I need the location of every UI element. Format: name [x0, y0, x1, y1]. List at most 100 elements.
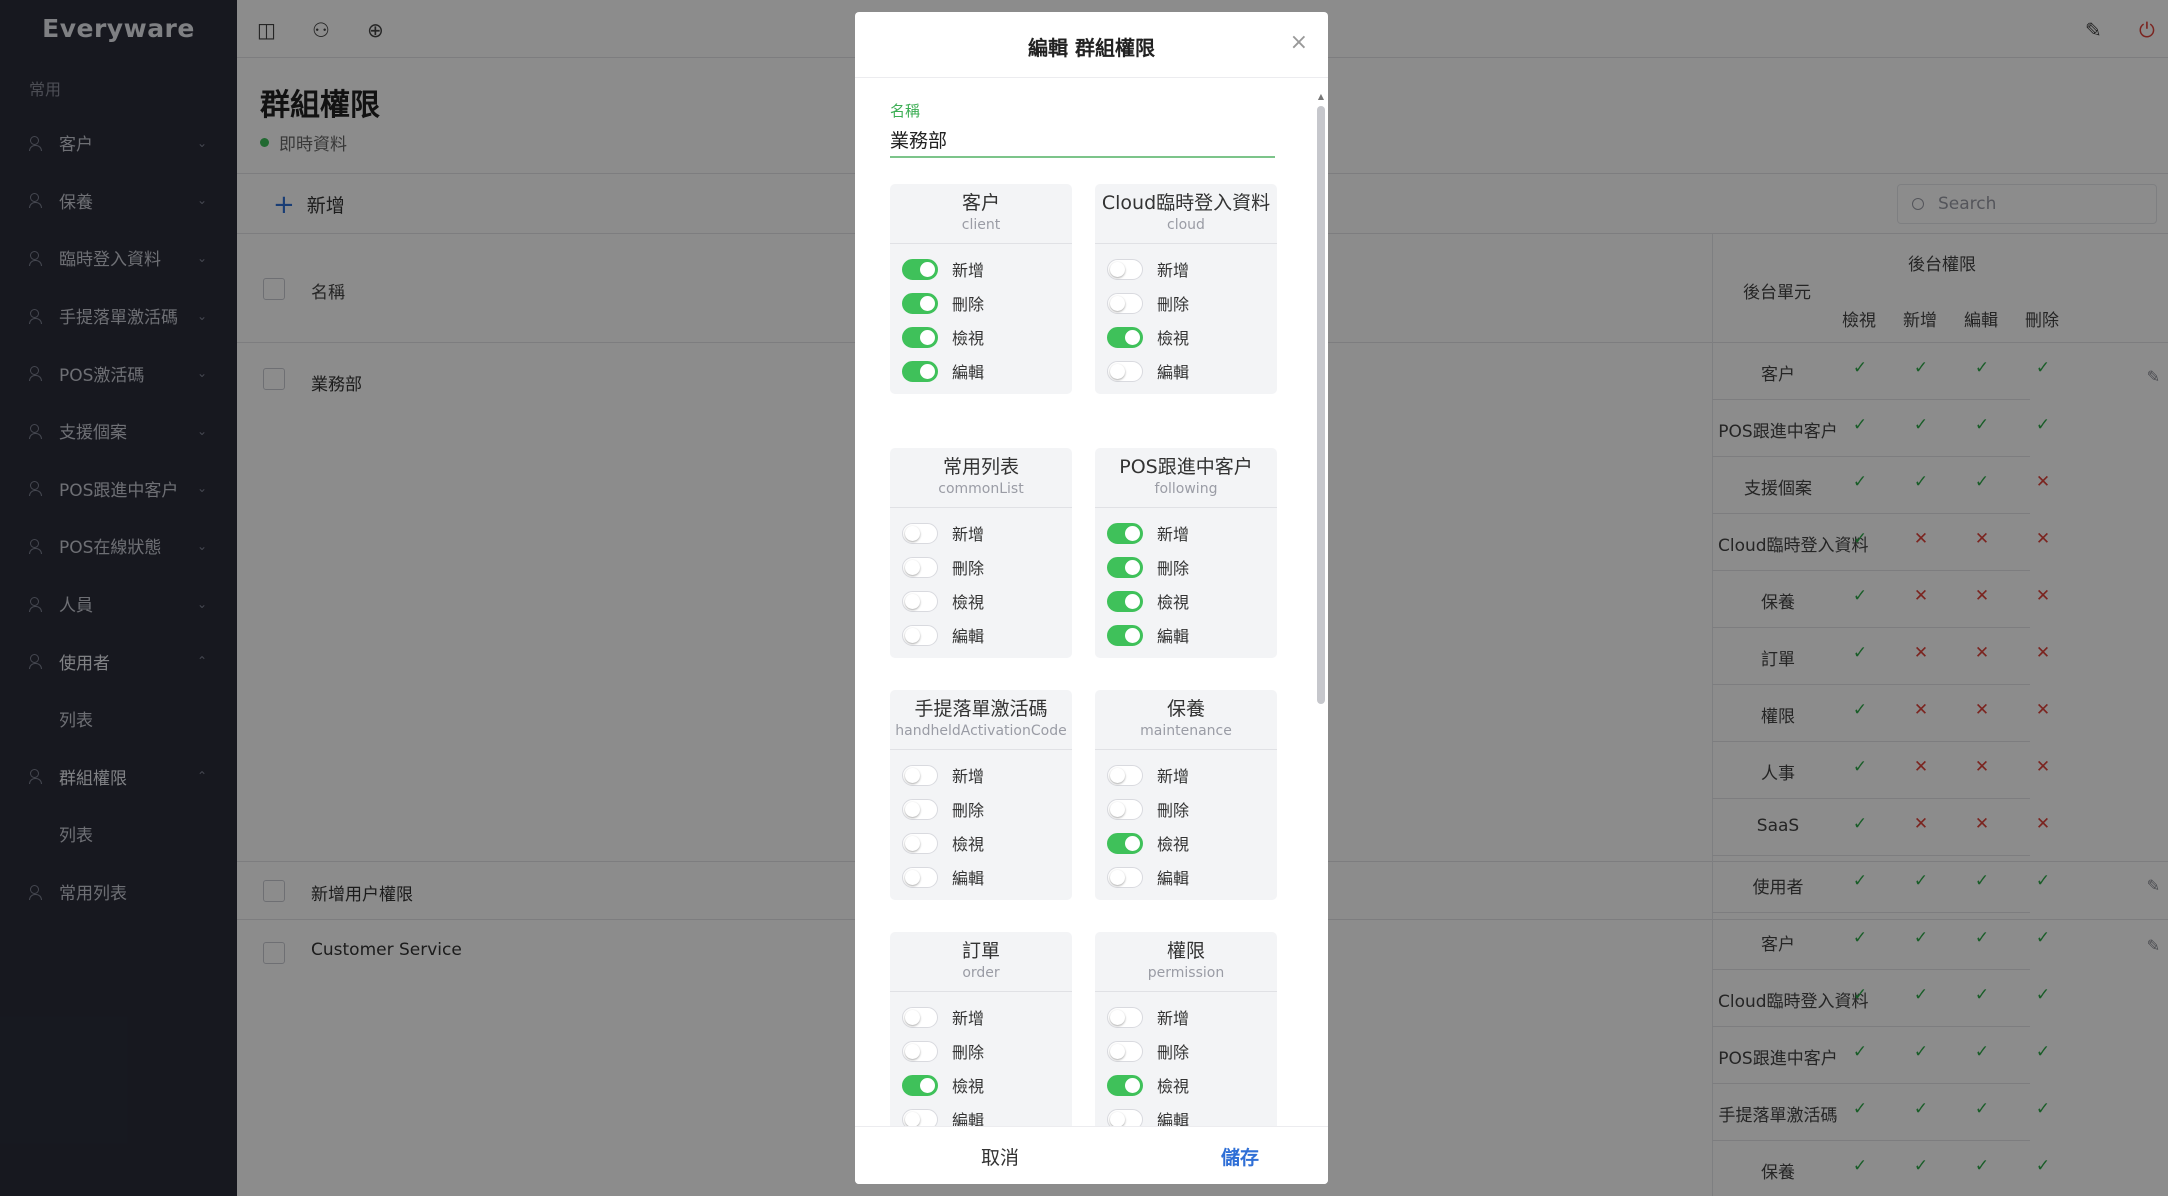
permission-card-body: 新增 刪除 檢視 編輯: [1095, 244, 1277, 394]
permission-toggle[interactable]: [1107, 360, 1143, 382]
toggle-label: 檢視: [1157, 593, 1190, 612]
toggle-row: 編輯: [902, 860, 1072, 894]
permission-toggle[interactable]: [902, 1040, 938, 1062]
toggle-label: 新增: [952, 767, 985, 786]
toggle-row: 編輯: [902, 618, 1072, 652]
toggle-label: 編輯: [1157, 627, 1190, 646]
toggle-knob: [1125, 593, 1140, 609]
permission-toggle[interactable]: [902, 292, 938, 314]
permission-toggle[interactable]: [1107, 1006, 1143, 1028]
toggle-knob: [905, 525, 920, 541]
permission-card-key: commonList: [938, 481, 1024, 497]
toggle-row: 檢視: [902, 320, 1072, 354]
toggle-row: 檢視: [902, 826, 1072, 860]
permission-card-body: 新增 刪除 檢視 編輯: [890, 992, 1072, 1138]
permission-toggle[interactable]: [1107, 798, 1143, 820]
permission-toggle[interactable]: [902, 1006, 938, 1028]
toggle-knob: [920, 363, 935, 379]
permission-card-key: order: [962, 965, 1000, 981]
permission-toggle[interactable]: [902, 522, 938, 544]
permission-toggle[interactable]: [902, 1074, 938, 1096]
permission-toggle[interactable]: [902, 798, 938, 820]
permission-toggle[interactable]: [902, 624, 938, 646]
permission-toggle[interactable]: [902, 326, 938, 348]
toggle-knob: [905, 1009, 920, 1025]
toggle-label: 刪除: [1157, 801, 1190, 820]
permission-card-title: 權限: [1166, 940, 1205, 962]
permission-card-header: 常用列表 commonList: [890, 448, 1072, 508]
toggle-row: 檢視: [1107, 584, 1277, 618]
permission-toggle[interactable]: [902, 866, 938, 888]
toggle-label: 編輯: [952, 363, 985, 382]
permission-card-title: POS跟進中客户: [1119, 456, 1253, 478]
toggle-knob: [1125, 329, 1140, 345]
permission-card-key: cloud: [1167, 217, 1205, 233]
toggle-label: 檢視: [952, 593, 985, 612]
permission-toggle[interactable]: [902, 360, 938, 382]
dialog-title: 編輯 群組權限: [1028, 36, 1155, 60]
toggle-row: 編輯: [1107, 354, 1277, 388]
toggle-knob: [905, 1043, 920, 1059]
toggle-label: 編輯: [952, 627, 985, 646]
permission-card-body: 新增刪除檢視 編輯: [890, 750, 1072, 900]
permission-toggle[interactable]: [1107, 866, 1143, 888]
permission-toggle[interactable]: [1107, 624, 1143, 646]
name-field[interactable]: [890, 122, 1275, 158]
permission-toggle[interactable]: [902, 832, 938, 854]
permission-card: 常用列表 commonList 新增 刪除 檢視 編輯: [890, 448, 1072, 658]
permission-toggle[interactable]: [1107, 326, 1143, 348]
name-field-label: 名稱: [890, 102, 921, 120]
toggle-label: 新增: [952, 1009, 985, 1028]
permission-toggle[interactable]: [1107, 522, 1143, 544]
toggle-row: 刪除: [902, 286, 1072, 320]
toggle-knob: [1110, 363, 1125, 379]
permission-toggle[interactable]: [1107, 292, 1143, 314]
permission-card-header: 手提落單激活碼 handheldActivationCode: [890, 690, 1072, 750]
toggle-row: 新增: [1107, 516, 1277, 550]
toggle-label: 編輯: [1157, 363, 1190, 382]
permission-toggle[interactable]: [1107, 258, 1143, 280]
toggle-row: 新增: [902, 1000, 1072, 1034]
toggle-label: 刪除: [952, 801, 985, 820]
toggle-knob: [1125, 525, 1140, 541]
toggle-label: 檢視: [1157, 1077, 1190, 1096]
permission-toggle[interactable]: [1107, 832, 1143, 854]
toggle-knob: [1110, 869, 1125, 885]
permission-toggle[interactable]: [1107, 1040, 1143, 1062]
toggle-label: 檢視: [952, 329, 985, 348]
permission-card-header: 訂單 order: [890, 932, 1072, 992]
toggle-row: 刪除: [902, 1034, 1072, 1068]
toggle-row: 檢視: [1107, 826, 1277, 860]
toggle-knob: [920, 329, 935, 345]
permission-card-key: handheldActivationCode: [895, 723, 1067, 739]
toggle-row: 編輯: [1107, 860, 1277, 894]
permission-card: 權限 permission 新增 刪除 檢視 編輯: [1095, 932, 1277, 1138]
scroll-up-icon[interactable]: ▲: [1316, 92, 1326, 101]
dialog-footer: 取消 儲存: [855, 1126, 1328, 1184]
toggle-knob: [905, 835, 920, 851]
permission-card-title: 常用列表: [942, 456, 1019, 478]
permission-card-title: 客户: [961, 192, 1000, 214]
toggle-knob: [1110, 801, 1125, 817]
permission-card-title: 訂單: [961, 940, 1000, 962]
permission-toggle[interactable]: [1107, 1074, 1143, 1096]
save-button[interactable]: 儲存: [1175, 1143, 1305, 1170]
permission-toggle[interactable]: [1107, 590, 1143, 612]
permission-toggle[interactable]: [1107, 556, 1143, 578]
toggle-label: 編輯: [1157, 869, 1190, 888]
permission-card-header: 權限 permission: [1095, 932, 1277, 992]
toggle-knob: [1110, 1009, 1125, 1025]
permission-toggle[interactable]: [902, 764, 938, 786]
scroll-thumb[interactable]: [1317, 106, 1325, 704]
permission-toggle[interactable]: [1107, 764, 1143, 786]
close-icon[interactable]: ×: [1290, 30, 1308, 55]
toggle-row: 編輯: [902, 354, 1072, 388]
permission-toggle[interactable]: [902, 258, 938, 280]
permission-toggle[interactable]: [902, 556, 938, 578]
toggle-knob: [905, 801, 920, 817]
toggle-row: 刪除: [1107, 1034, 1277, 1068]
permission-card-body: 新增 刪除 檢視 編輯: [1095, 750, 1277, 900]
cancel-button[interactable]: 取消: [935, 1143, 1065, 1170]
permission-toggle[interactable]: [902, 590, 938, 612]
dialog-scrollbar[interactable]: ▲ ▼: [1316, 92, 1326, 1134]
